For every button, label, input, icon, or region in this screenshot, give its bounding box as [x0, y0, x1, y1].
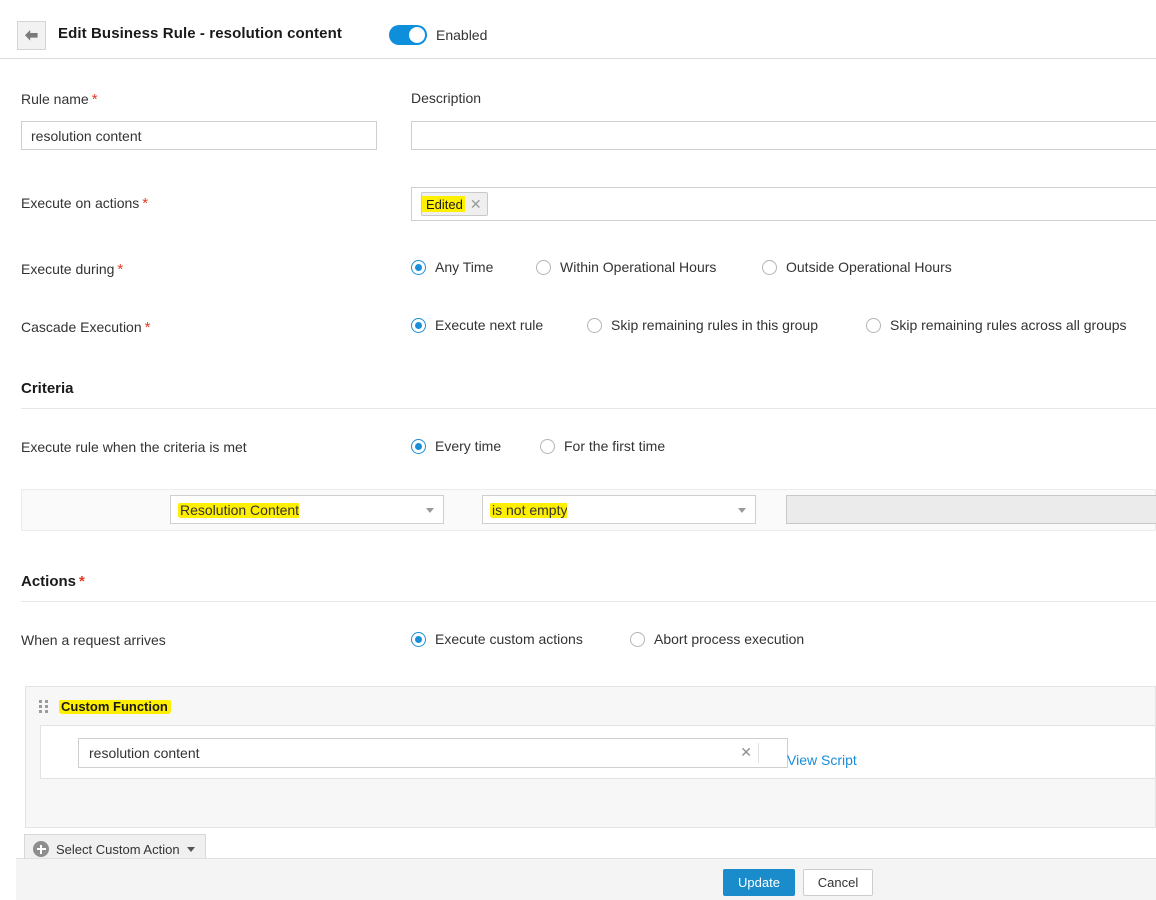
execute-when-criteria-label: Execute rule when the criteria is met: [21, 439, 247, 455]
radio-indicator: [411, 260, 426, 275]
business-rule-editor-page: Edit Business Rule - resolution content …: [0, 0, 1156, 900]
radio-indicator: [411, 632, 426, 647]
when-request-arrives-label: When a request arrives: [21, 632, 166, 648]
radio-execute-custom-actions[interactable]: Execute custom actions: [411, 631, 630, 647]
chevron-down-icon: [426, 508, 434, 513]
cascade-execution-radio-group: Execute next rule Skip remaining rules i…: [411, 317, 1127, 333]
radio-indicator: [762, 260, 777, 275]
description-input[interactable]: [411, 121, 1156, 150]
back-arrow-icon: [24, 29, 39, 42]
radio-indicator: [630, 632, 645, 647]
execute-during-radio-group: Any Time Within Operational Hours Outsid…: [411, 259, 952, 275]
chevron-down-icon: [187, 847, 195, 852]
radio-indicator: [411, 439, 426, 454]
required-asterisk: *: [142, 195, 148, 212]
toggle-knob: [409, 27, 425, 43]
enabled-toggle-group: Enabled: [389, 25, 487, 45]
radio-skip-remaining-this-group[interactable]: Skip remaining rules in this group: [587, 317, 866, 333]
execute-on-actions-label: Execute on actions*: [21, 195, 148, 212]
radio-execute-next-rule[interactable]: Execute next rule: [411, 317, 587, 333]
criteria-value-input: [786, 495, 1156, 524]
criteria-operator-value: is not empty: [492, 502, 567, 518]
required-asterisk: *: [79, 573, 85, 590]
chip-label: Edited: [422, 196, 465, 212]
cancel-button[interactable]: Cancel: [803, 869, 873, 896]
view-script-link[interactable]: View Script: [787, 752, 857, 768]
drag-handle-icon[interactable]: [39, 699, 49, 713]
update-button[interactable]: Update: [723, 869, 795, 896]
criteria-field-select[interactable]: Resolution Content: [170, 495, 444, 524]
radio-indicator: [587, 318, 602, 333]
radio-indicator: [540, 439, 555, 454]
clear-icon[interactable]: ✕: [740, 745, 752, 759]
radio-for-the-first-time[interactable]: For the first time: [540, 438, 665, 454]
when-request-arrives-radio-group: Execute custom actions Abort process exe…: [411, 631, 804, 647]
criteria-operator-select[interactable]: is not empty: [482, 495, 756, 524]
radio-indicator: [536, 260, 551, 275]
required-asterisk: *: [145, 319, 151, 336]
radio-any-time[interactable]: Any Time: [411, 259, 536, 275]
enabled-toggle-label: Enabled: [436, 27, 487, 43]
enabled-toggle[interactable]: [389, 25, 427, 45]
chip-edited[interactable]: Edited ✕: [421, 192, 488, 216]
custom-function-body: resolution content ✕: [40, 725, 1155, 779]
radio-indicator: [411, 318, 426, 333]
radio-every-time[interactable]: Every time: [411, 438, 540, 454]
criteria-row: Resolution Content is not empty: [21, 489, 1156, 531]
actions-heading: Actions*: [21, 573, 85, 590]
custom-function-value: resolution content: [79, 745, 200, 761]
custom-function-select[interactable]: resolution content ✕: [78, 738, 788, 768]
radio-outside-operational-hours[interactable]: Outside Operational Hours: [762, 259, 952, 275]
select-divider: [758, 743, 759, 763]
footer-bar: Update Cancel: [16, 858, 1156, 900]
criteria-divider: [21, 408, 1156, 409]
radio-abort-process-execution[interactable]: Abort process execution: [630, 631, 804, 647]
execute-during-label: Execute during*: [21, 261, 123, 278]
rule-name-input[interactable]: [21, 121, 377, 150]
required-asterisk: *: [117, 261, 123, 278]
execute-on-actions-field[interactable]: Edited ✕: [411, 187, 1156, 221]
custom-function-title: Custom Function: [61, 699, 168, 714]
criteria-field-value: Resolution Content: [180, 502, 299, 518]
chevron-down-icon: [738, 508, 746, 513]
select-custom-action-label: Select Custom Action: [56, 842, 180, 857]
required-asterisk: *: [92, 91, 98, 108]
plus-circle-icon: [33, 841, 49, 857]
criteria-heading: Criteria: [21, 380, 74, 397]
radio-indicator: [866, 318, 881, 333]
page-title: Edit Business Rule - resolution content: [58, 25, 342, 42]
radio-within-operational-hours[interactable]: Within Operational Hours: [536, 259, 762, 275]
description-label: Description: [411, 90, 481, 106]
custom-function-card-header: Custom Function: [26, 687, 1155, 725]
execute-when-radio-group: Every time For the first time: [411, 438, 665, 454]
page-header: Edit Business Rule - resolution content …: [0, 0, 1156, 59]
cascade-execution-label: Cascade Execution*: [21, 319, 150, 336]
radio-skip-remaining-all-groups[interactable]: Skip remaining rules across all groups: [866, 317, 1127, 333]
rule-name-label: Rule name*: [21, 91, 98, 108]
close-icon[interactable]: ✕: [470, 197, 482, 211]
custom-function-card: Custom Function resolution content ✕: [25, 686, 1156, 828]
back-button[interactable]: [17, 21, 46, 50]
actions-divider: [21, 601, 1156, 602]
